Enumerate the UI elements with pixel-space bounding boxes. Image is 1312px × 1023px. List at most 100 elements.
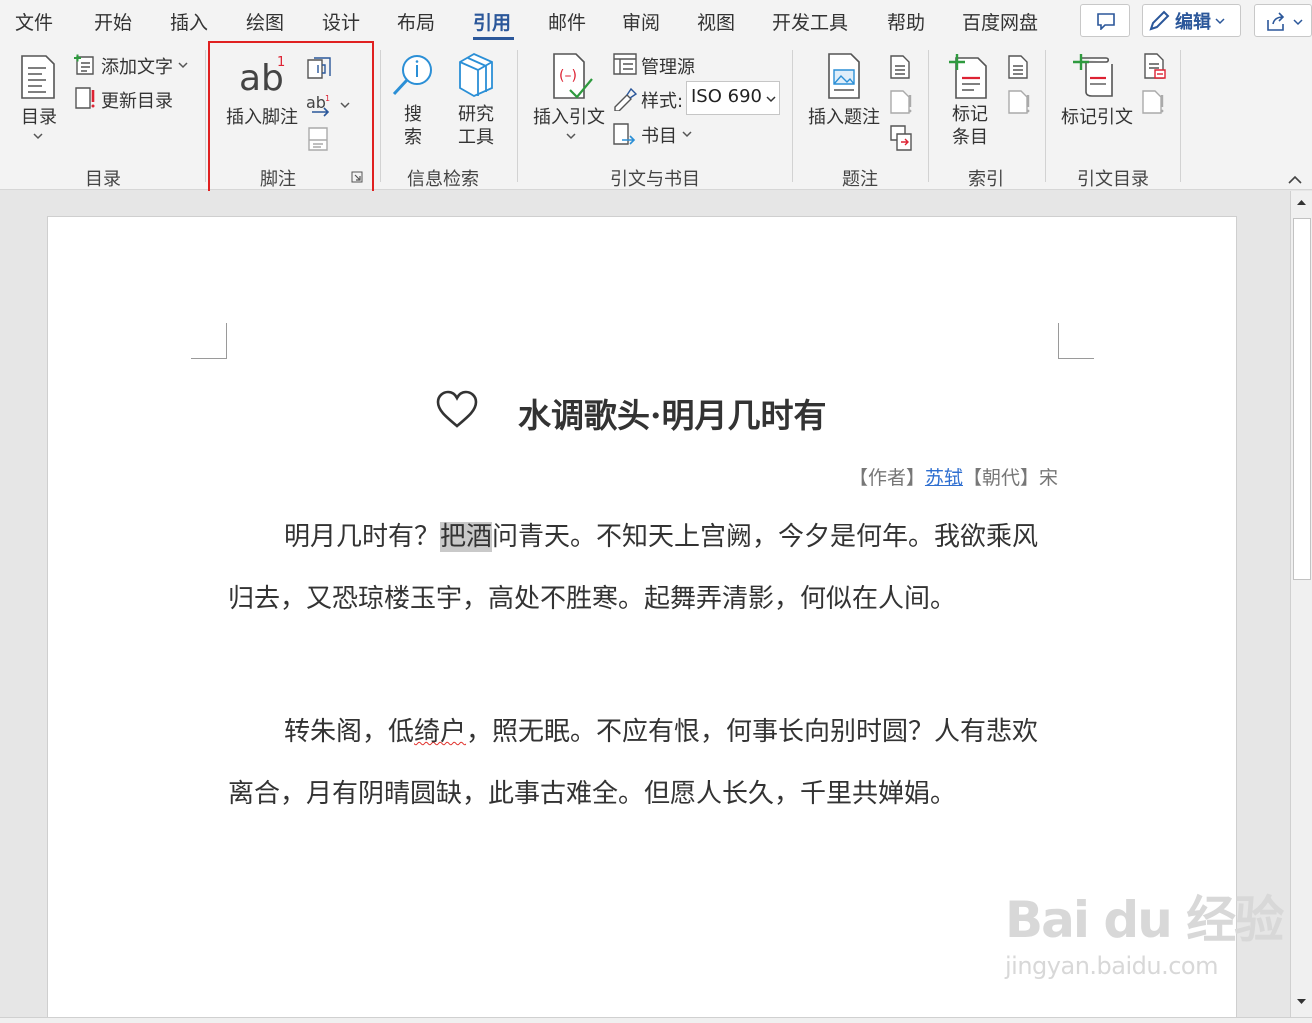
tab-home[interactable]: 开始 <box>94 8 132 35</box>
status-bar <box>0 1017 1312 1023</box>
update-table-icon <box>75 87 95 109</box>
chevron-down-icon <box>566 133 576 140</box>
vertical-scrollbar[interactable] <box>1290 191 1312 1017</box>
style-icon <box>614 87 638 111</box>
tab-file[interactable]: 文件 <box>15 8 53 35</box>
active-tab-indicator <box>473 37 514 40</box>
tab-references[interactable]: 引用 <box>473 8 511 35</box>
citation-style-value: ISO 690 <box>691 86 762 107</box>
editing-mode-button[interactable]: 编辑 <box>1142 4 1241 37</box>
footnote-group-highlight <box>208 41 374 205</box>
group-separator <box>380 50 381 182</box>
paragraph-text: 明月几时有？ <box>284 522 441 552</box>
tab-view[interactable]: 视图 <box>697 8 735 35</box>
update-table-icon[interactable] <box>889 89 913 115</box>
author-link[interactable]: 苏轼 <box>925 467 963 489</box>
scroll-down-button[interactable] <box>1291 991 1312 1013</box>
chevron-down-icon <box>178 62 188 69</box>
author-prefix: 【作者】 <box>848 467 925 489</box>
update-table-icon[interactable] <box>1141 89 1165 115</box>
margin-mark <box>1058 323 1094 359</box>
comments-button[interactable] <box>1080 4 1130 37</box>
search-label: 搜索 <box>404 104 422 148</box>
insert-table-of-figures-icon[interactable] <box>889 54 911 80</box>
margin-mark <box>191 323 227 359</box>
dynasty-value: 宋 <box>1038 467 1058 489</box>
tab-developer[interactable]: 开发工具 <box>772 8 848 35</box>
tab-design[interactable]: 设计 <box>322 8 360 35</box>
chevron-down-icon <box>33 133 43 140</box>
chevron-down-icon <box>766 96 776 103</box>
tab-layout[interactable]: 布局 <box>397 8 435 35</box>
spelling-error-text: 绮户 <box>414 717 467 747</box>
scroll-thumb[interactable] <box>1293 218 1311 580</box>
tab-mailings[interactable]: 邮件 <box>548 8 586 35</box>
tab-baidu-netdisk[interactable]: 百度网盘 <box>962 8 1038 35</box>
paragraph-1[interactable]: 明月几时有？把酒问青天。不知天上宫阙，今夕是何年。我欲乘风归去，又恐琼楼玉宇，高… <box>228 506 1058 630</box>
table-of-contents-icon <box>21 55 55 99</box>
tab-help[interactable]: 帮助 <box>887 8 925 35</box>
insert-table-of-authorities-icon[interactable] <box>1143 52 1167 80</box>
mark-entry-icon <box>949 54 987 99</box>
share-button[interactable] <box>1254 4 1312 37</box>
cross-reference-icon[interactable] <box>889 124 913 152</box>
search-icon <box>392 55 432 96</box>
group-label-table-of-authorities: 引文目录 <box>1077 169 1149 190</box>
ribbon-tab-bar: 文件 开始 插入 绘图 设计 布局 引用 邮件 审阅 视图 开发工具 帮助 百度… <box>0 0 1312 44</box>
update-toc-label: 更新目录 <box>101 91 173 112</box>
group-label-captions: 题注 <box>842 169 878 190</box>
share-icon <box>1267 12 1285 31</box>
svg-text:(–): (–) <box>559 68 577 84</box>
manage-sources-icon <box>613 53 637 75</box>
group-label-citations: 引文与书目 <box>610 169 700 190</box>
comment-icon <box>1097 13 1115 30</box>
chevron-down-icon <box>1215 17 1225 24</box>
group-label-toc: 目录 <box>85 169 121 190</box>
mark-citation-label: 标记引文 <box>1061 107 1133 128</box>
mark-entry-label: 标记条目 <box>952 104 988 148</box>
selected-text: 把酒 <box>440 522 493 552</box>
editing-mode-label: 编辑 <box>1175 11 1211 33</box>
watermark-logo-text: Bai du 经验 <box>1005 891 1284 949</box>
research-tools-icon <box>459 52 493 98</box>
chevron-down-icon <box>1293 19 1303 26</box>
arrow-up-icon <box>1297 200 1306 205</box>
paragraph-2[interactable]: 转朱阁，低绮户，照无眠。不应有恨，何事长向别时圆？人有悲欢离合，月有阴晴圆缺，此… <box>228 701 1058 825</box>
watermark-url: jingyan.baidu.com <box>1005 952 1218 980</box>
heart-icon <box>436 390 478 428</box>
group-separator <box>928 50 929 182</box>
tab-review[interactable]: 审阅 <box>622 8 660 35</box>
pencil-icon <box>1149 10 1170 31</box>
group-label-index: 索引 <box>968 169 1004 190</box>
bibliography-icon <box>613 123 636 145</box>
paragraph-text: 转朱阁，低 <box>284 717 415 747</box>
style-label: 样式: <box>641 91 684 112</box>
ribbon-references: 目录 添加文字 更新目录 目录 ab 1 插入脚注 ab 1 脚注 搜索 研究工具 … <box>0 41 1312 205</box>
bibliography-label: 书目 <box>641 126 677 147</box>
group-separator <box>792 50 793 182</box>
poem-metadata: 【作者】苏轼【朝代】宋 <box>849 463 1058 490</box>
group-separator <box>1045 50 1046 182</box>
insert-citation-icon: (–) <box>553 53 593 99</box>
research-tools-label: 研究工具 <box>458 104 494 148</box>
manage-sources-label: 管理源 <box>641 57 695 78</box>
group-separator <box>205 50 206 182</box>
citation-style-select[interactable]: ISO 690 <box>686 81 780 115</box>
tab-draw[interactable]: 绘图 <box>246 8 284 35</box>
insert-index-icon[interactable] <box>1007 54 1029 80</box>
scroll-up-button[interactable] <box>1291 191 1312 213</box>
mark-citation-icon <box>1073 54 1113 97</box>
group-separator <box>517 50 518 182</box>
toc-label: 目录 <box>21 107 57 128</box>
collapse-ribbon-icon[interactable] <box>1284 169 1306 191</box>
insert-caption-icon <box>828 53 860 99</box>
insert-citation-label: 插入引文 <box>533 107 605 128</box>
tab-insert[interactable]: 插入 <box>170 8 208 35</box>
insert-caption-label: 插入题注 <box>808 107 880 128</box>
group-label-research: 信息检索 <box>407 169 479 190</box>
add-text-icon <box>74 54 94 75</box>
document-title: 水调歌头·明月几时有 <box>518 396 827 435</box>
update-index-icon[interactable] <box>1007 89 1031 115</box>
arrow-down-icon <box>1297 999 1306 1004</box>
chevron-down-icon <box>682 131 692 138</box>
